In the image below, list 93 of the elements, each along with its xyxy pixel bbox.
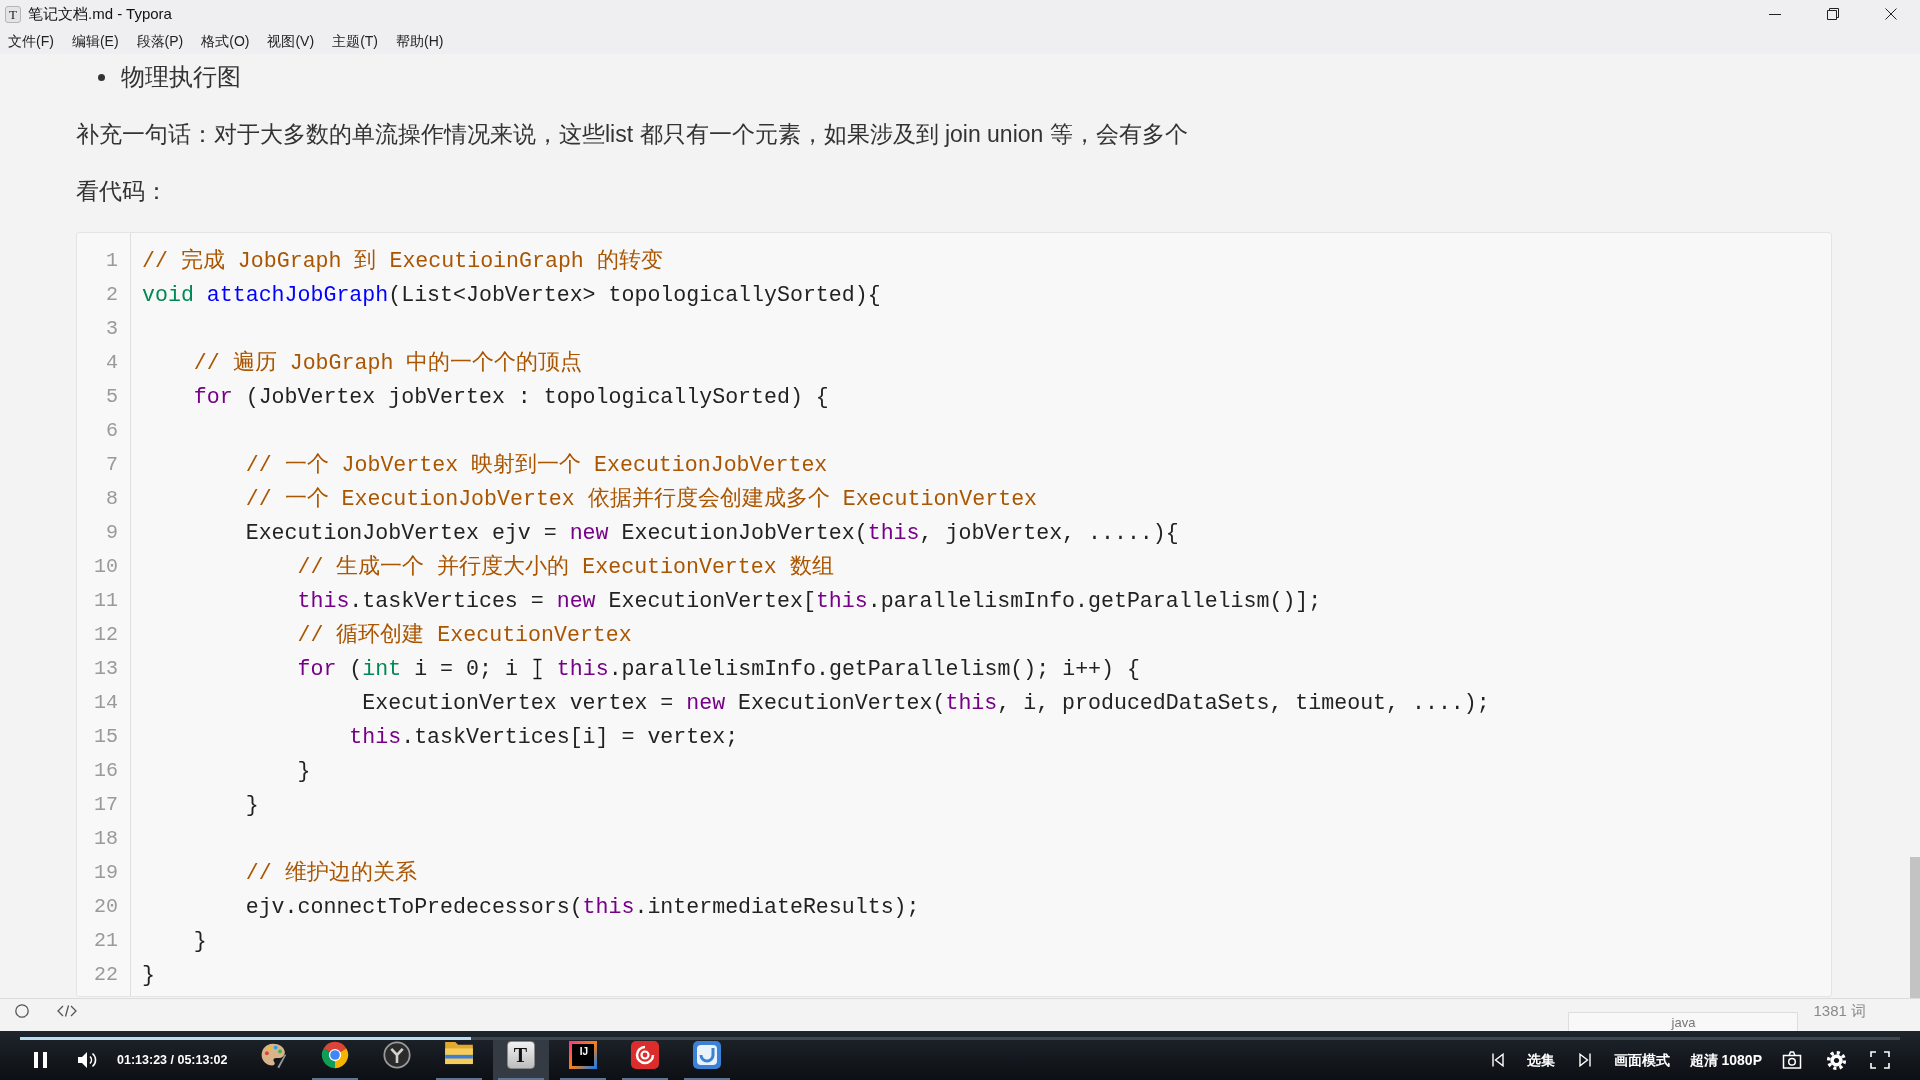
line-number: 10 [94,555,118,578]
line-number: 1 [106,249,118,272]
line-number: 11 [94,589,118,612]
letter-tile-icon: T [5,5,21,23]
branch-circle-icon [382,1041,411,1069]
line-number: 2 [106,283,118,306]
skip-back-icon [1491,1053,1504,1067]
line-number: 4 [106,351,118,374]
screenshot-button[interactable] [1782,1051,1802,1069]
line-number: 17 [94,793,118,816]
line-number: 20 [94,895,118,918]
code-text: for (JobVertex jobVertex : topologicallySorted) { [193,385,829,409]
code-text: void attachJobGraph(List<JobVertex> topologicallySorted){ [142,283,881,307]
line-number: 15 [94,725,118,748]
pause-button[interactable] [34,1052,47,1068]
menu-item[interactable]: 帮助(H) [387,29,453,53]
segmented-circle-icon [320,1041,349,1069]
settings-button[interactable] [1826,1049,1847,1071]
line-number: 3 [106,317,118,340]
line-number: 13 [94,657,118,680]
sidebar-toggle-button[interactable] [15,1004,29,1018]
line-number: 14 [94,691,118,714]
code-text: } [142,963,155,987]
close-icon [1885,8,1897,20]
line-number: 6 [106,419,118,442]
code-text: ejv.connectToPredecessors(this.intermediateResults); [245,895,920,919]
source-mode-button[interactable] [57,1005,77,1017]
taskbar-button[interactable]: IJ [554,1040,611,1080]
code-text: ExecutionVertex vertex = new ExecutionVertex(this, i, producedDataSets, timeout, ....); [362,691,1490,715]
letter-tile-icon: T [506,1041,535,1069]
code-text: this.parallelismInfo.getParallelism(); i++) { [556,657,1140,681]
code-text: // 遍历 JobGraph 中的一个个的顶点 [193,351,583,375]
line-number: 22 [94,963,118,986]
code-text: this.taskVertices[i] = vertex; [349,725,739,749]
paragraph: 看代码： [76,177,168,206]
line-number: 18 [94,827,118,850]
line-number: 8 [106,487,118,510]
menu-item[interactable]: 编辑(E) [62,29,128,53]
text-cursor-icon [532,658,542,681]
list-item-text: 物理执行图 [121,62,241,92]
menu-item[interactable]: 视图(V) [258,29,324,53]
swirl-tile-icon [630,1041,659,1069]
circle-icon [15,1004,29,1018]
code-text: // 完成 JobGraph 到 ExecutioinGraph 的转变 [142,249,663,273]
menu-item[interactable]: 文件(F) [0,29,63,53]
line-number: 12 [94,623,118,646]
code-text: // 一个 ExecutionJobVertex 依据并行度会创建成多个 ExecutionVertex [245,487,1038,511]
settings-icon [1826,1049,1847,1071]
fullscreen-icon [1870,1051,1890,1069]
taskbar-button[interactable]: T [492,1040,549,1080]
episodes-button[interactable]: 选集 [1526,1049,1555,1071]
folder-icon [443,1041,474,1065]
pause-icon [34,1052,47,1068]
next-button[interactable] [1578,1053,1591,1067]
menu-item[interactable]: 段落(P) [127,29,193,53]
line-number: 19 [94,861,118,884]
code-text: ExecutionJobVertex ejv = new ExecutionJobVertex(this, jobVertex, .....){ [245,521,1179,545]
previous-button[interactable] [1491,1053,1504,1067]
window-title: 笔记文档.md - Typora [28,3,172,24]
hook-tile-icon [692,1041,721,1069]
code-text: for (int i = 0; i [297,657,519,681]
code-icon [57,1005,77,1017]
code-text: // 循环创建 ExecutionVertex [297,623,632,647]
playback-time: 01:13:23 / 05:13:02 [117,1051,228,1069]
restore-icon [1827,8,1839,20]
code-text: // 生成一个 并行度大小的 ExecutionVertex 数组 [297,555,834,579]
quality-button[interactable]: 超清 1080P [1689,1049,1762,1071]
menu-item[interactable]: 格式(O) [192,29,259,53]
skip-forward-icon [1578,1053,1591,1067]
paragraph: 补充一句话：对于大多数的单流操作情况来说，这些list 都只有一个元素，如果涉及到 join union 等，会有多个 [76,120,1188,149]
line-number: 5 [106,385,118,408]
volume-button[interactable] [77,1051,97,1069]
letter-tile-icon: IJ [568,1041,597,1069]
language-field[interactable]: java [1568,1012,1799,1031]
code-text: } [245,793,259,817]
camera-icon [1782,1051,1802,1069]
code-text: // 一个 JobVertex 映射到一个 ExecutionJobVertex [245,453,828,477]
fullscreen-button[interactable] [1870,1051,1890,1069]
code-text: // 维护边的关系 [245,861,417,885]
menu-item[interactable]: 主题(T) [323,29,387,53]
code-text: this.taskVertices = new ExecutionVertex[this.parallelismInfo.getParallelism()]; [297,589,1322,613]
minimize-icon [1769,13,1781,15]
scrollbar-thumb[interactable] [1910,857,1920,998]
line-number: 9 [106,521,118,544]
code-text: } [193,929,207,953]
code-text: } [297,759,311,783]
line-number: 16 [94,759,118,782]
line-number: 21 [94,929,118,952]
picture-mode-button[interactable]: 画面模式 [1613,1049,1670,1071]
bullet-icon [98,73,105,81]
progress-track[interactable] [20,1037,1900,1040]
speaker-icon [77,1051,97,1069]
line-number: 7 [106,453,118,476]
